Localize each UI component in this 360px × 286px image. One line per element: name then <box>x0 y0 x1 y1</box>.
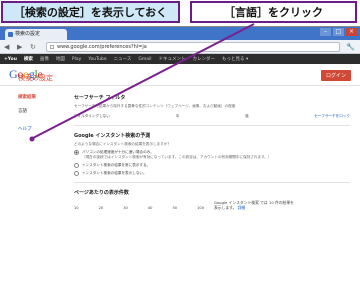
reload-icon[interactable]: ↻ <box>30 43 36 51</box>
url-text: www.google.com/preferences?hl=ja <box>57 44 147 50</box>
back-icon[interactable]: ◀ <box>4 43 9 51</box>
google-bar: +You 検索 画像 地図 Play YouTube ニュース Gmail ドキ… <box>0 54 360 64</box>
settings-sidebar: 検索結果 言語 ヘルプ <box>18 94 68 140</box>
wrench-icon[interactable]: 🔧 <box>346 43 355 51</box>
settings-content: セーフサーチ フィルタ セーフサーチで結果から除外する露骨な性的コンテンツ（ウェ… <box>74 94 350 210</box>
safesearch-level-off[interactable]: フィルタリングしない <box>74 114 110 119</box>
gbar-item-gmail[interactable]: Gmail <box>138 57 151 62</box>
gbar-item-docs[interactable]: ドキュメント <box>159 56 186 62</box>
sidebar-item-results[interactable]: 検索結果 <box>18 94 68 100</box>
perpage-detail-link[interactable]: 詳細 <box>238 205 246 210</box>
perpage-tick-50[interactable]: 50 <box>173 206 178 210</box>
close-button[interactable]: × <box>346 28 357 36</box>
caption-click-language: ［言語］をクリック <box>190 1 357 23</box>
page-header: Google ログイン <box>0 64 360 86</box>
instant-title: Google インスタント検索の予測 <box>74 133 151 139</box>
sidebar-item-help[interactable]: ヘルプ <box>18 126 68 132</box>
perpage-tick-100[interactable]: 100 <box>197 206 204 210</box>
forward-icon[interactable]: ▶ <box>17 43 22 51</box>
safesearch-lock-link[interactable]: セーフサーチをロック <box>314 114 350 119</box>
perpage-note: Google インスタント検索 では 10 件の結果を表示します。 詳細 <box>214 200 294 210</box>
gbar-item-you[interactable]: +You <box>4 57 17 62</box>
instant-option-never[interactable]: インスタント検索の結果を表示しない。 <box>74 171 350 176</box>
browser-tab[interactable]: 検索の設定 <box>5 29 67 40</box>
gbar-item-youtube[interactable]: YouTube <box>88 57 106 62</box>
gbar-item-news[interactable]: ニュース <box>114 56 132 62</box>
instant-question: どのような場合にインスタント検索の結果を表示しますか？ <box>74 142 171 146</box>
instant-option-always[interactable]: インスタント検索の結果を常に表示する。 <box>74 163 350 168</box>
instant-option-note: （現在の接続ではインスタント検索が有効になっています。この設定は、アカウントの有… <box>82 155 272 159</box>
gbar-item-images[interactable]: 画像 <box>40 56 49 62</box>
sidebar-item-language[interactable]: 言語 <box>18 108 68 114</box>
tab-title: 検索の設定 <box>15 31 41 37</box>
radio-selected-icon[interactable] <box>74 150 79 155</box>
radio-icon[interactable] <box>74 163 79 168</box>
safesearch-description: セーフサーチで結果から除外する露骨な性的コンテンツ（ウェブページ、画像、および動… <box>74 104 236 108</box>
divider <box>74 182 350 183</box>
safesearch-title: セーフサーチ フィルタ <box>74 95 126 101</box>
window-controls: – □ × <box>320 28 357 36</box>
perpage-tick-10[interactable]: 10 <box>74 206 79 210</box>
perpage-title: ページあたりの表示件数 <box>74 190 129 196</box>
perpage-tick-40[interactable]: 40 <box>148 206 153 210</box>
minimize-button[interactable]: – <box>320 28 331 36</box>
screenshot: ［検索の設定］を表示しておく ［言語］をクリック 検索の設定 – □ × ◀ ▶… <box>0 0 360 286</box>
divider <box>74 125 350 126</box>
safesearch-level-strict[interactable]: 強 <box>245 114 249 119</box>
safesearch-level-medium[interactable]: 中 <box>176 114 180 119</box>
tab-bar: 検索の設定 – □ × <box>0 27 360 40</box>
page-icon <box>50 45 54 49</box>
gbar-item-calendar[interactable]: カレンダー <box>193 56 216 62</box>
toolbar: ◀ ▶ ↻ www.google.com/preferences?hl=ja 🔧 <box>0 40 360 54</box>
gbar-item-maps[interactable]: 地図 <box>56 56 65 62</box>
address-bar[interactable]: www.google.com/preferences?hl=ja <box>46 42 340 52</box>
gbar-item-more[interactable]: もっと見る ▾ <box>222 56 248 62</box>
perpage-tick-20[interactable]: 20 <box>99 206 104 210</box>
perpage-tick-30[interactable]: 30 <box>123 206 128 210</box>
gbar-item-play[interactable]: Play <box>72 57 81 62</box>
gbar-item-search[interactable]: 検索 <box>24 56 33 62</box>
page-title: 検索の設定 <box>18 74 53 82</box>
login-button[interactable]: ログイン <box>320 70 351 81</box>
radio-icon[interactable] <box>74 171 79 176</box>
maximize-button[interactable]: □ <box>333 28 344 36</box>
favicon-icon <box>8 32 13 37</box>
caption-show-settings: ［検索の設定］を表示しておく <box>1 1 180 23</box>
